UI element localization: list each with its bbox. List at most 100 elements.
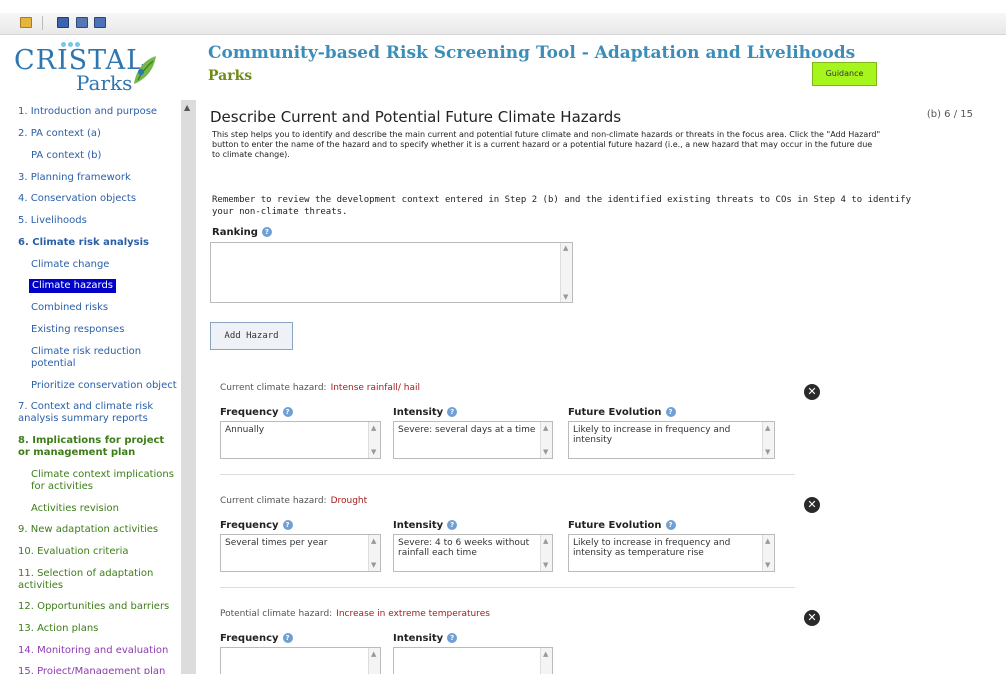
sidebar-scrollbar[interactable]: ▲	[181, 100, 196, 674]
sidebar-item-project-management-plan[interactable]: 15. Project/Management plan	[18, 666, 165, 674]
field-scrollbar[interactable]: ▲▼	[368, 648, 380, 674]
sidebar-item-climate-context-implications[interactable]: Climate context implications	[31, 469, 174, 481]
hazard-type: Potential climate hazard: Increase in ext…	[220, 609, 490, 619]
intensity-field[interactable]: Severe: several days at a time ▲ ▼	[393, 421, 553, 459]
ranking-scrollbar[interactable]: ▲ ▼	[560, 243, 572, 302]
sidebar-item-planning-framework[interactable]: 3. Planning framework	[18, 172, 131, 184]
future-evolution-label-text: Future Evolution	[568, 407, 662, 418]
help-icon[interactable]: ?	[282, 633, 293, 643]
field-scrollbar[interactable]: ▲▼	[540, 648, 552, 674]
toolbar-strip	[0, 13, 1006, 35]
sidebar-item-monitoring-evaluation[interactable]: 14. Monitoring and evaluation	[18, 645, 168, 657]
sidebar-item-combined-risks[interactable]: Combined risks	[31, 302, 108, 314]
future-evolution-value: Likely to increase in frequency and inte…	[573, 538, 731, 558]
intensity-value: Severe: several days at a time	[398, 425, 536, 435]
intensity-value: Severe: 4 to 6 weeks without rainfall ea…	[398, 538, 530, 558]
guidance-button[interactable]: Guidance	[812, 62, 877, 86]
frequency-field[interactable]: Several times per year ▲ ▼	[220, 534, 381, 572]
help-icon[interactable]: ?	[282, 407, 293, 417]
future-evolution-field[interactable]: Likely to increase in frequency and inte…	[568, 421, 775, 459]
ranking-textarea[interactable]: ▲ ▼	[210, 242, 573, 303]
hazard-divider	[220, 587, 795, 588]
sidebar-item-context-summary[interactable]: 7. Context and climate risk	[18, 401, 153, 413]
main-content: Describe Current and Potential Future Cl…	[210, 100, 1000, 674]
field-scrollbar[interactable]: ▲▼	[368, 535, 380, 571]
frequency-value: Annually	[225, 425, 265, 435]
field-scrollbar[interactable]: ▲▼	[368, 422, 380, 458]
intro-text: This step helps you to identify and desc…	[212, 130, 881, 159]
folder-icon[interactable]	[20, 17, 32, 28]
export-icon[interactable]	[94, 17, 106, 28]
sidebar-item-evaluation-criteria[interactable]: 10. Evaluation criteria	[18, 546, 129, 558]
sidebar-item-selection-adaptation-cont[interactable]: activities	[18, 580, 63, 592]
field-scrollbar[interactable]: ▲▼	[762, 535, 774, 571]
print-icon[interactable]	[76, 17, 88, 28]
hazard-type-label: Current climate hazard:	[220, 383, 327, 393]
help-icon[interactable]: ?	[665, 520, 676, 530]
intensity-label-text: Intensity	[393, 633, 444, 644]
add-hazard-button[interactable]: Add Hazard	[210, 322, 293, 350]
field-scrollbar[interactable]: ▲▼	[540, 535, 552, 571]
sidebar-item-implications[interactable]: 8. Implications for project	[18, 435, 164, 447]
sidebar-item-existing-responses[interactable]: Existing responses	[31, 324, 124, 336]
frequency-label-text: Frequency	[220, 520, 279, 531]
help-icon[interactable]: ?	[665, 407, 676, 417]
save-icon[interactable]	[57, 17, 69, 28]
cristal-parks-logo: CRISTAL Parks	[14, 42, 164, 95]
field-scrollbar[interactable]: ▲▼	[762, 422, 774, 458]
hazard-divider	[220, 474, 795, 475]
frequency-field[interactable]: ▲▼	[220, 647, 381, 674]
sidebar-item-pa-context-a[interactable]: 2. PA context (a)	[18, 128, 101, 140]
leaf-icon	[134, 56, 156, 84]
sidebar-item-new-adaptation-activities[interactable]: 9. New adaptation activities	[18, 524, 158, 536]
app-subtitle: Parks	[208, 68, 253, 84]
ranking-label: Ranking?	[212, 227, 272, 238]
sidebar-item-livelihoods[interactable]: 5. Livelihoods	[18, 215, 87, 227]
sidebar-item-opportunities-barriers[interactable]: 12. Opportunities and barriers	[18, 601, 169, 613]
remove-hazard-icon[interactable]: ✕	[804, 610, 820, 626]
toolbar	[0, 0, 1006, 38]
future-evolution-label: Future Evolution?	[568, 407, 676, 418]
sidebar-item-implications-cont[interactable]: or management plan	[18, 447, 135, 459]
intensity-label: Intensity?	[393, 407, 458, 418]
intensity-field[interactable]: ▲▼	[393, 647, 553, 674]
scroll-up-icon[interactable]: ▲	[184, 103, 190, 112]
future-evolution-value: Likely to increase in frequency and inte…	[573, 425, 731, 445]
sidebar-item-activities-revision[interactable]: Activities revision	[31, 503, 119, 515]
sidebar-item-prioritize-conservation[interactable]: Prioritize conservation object	[31, 380, 177, 392]
sidebar-item-pa-context-b[interactable]: PA context (b)	[31, 150, 101, 162]
frequency-field[interactable]: Annually ▲ ▼	[220, 421, 381, 459]
remove-hazard-icon[interactable]: ✕	[804, 497, 820, 513]
sidebar-item-context-summary-cont[interactable]: analysis summary reports	[18, 413, 148, 425]
hazard-name: Increase in extreme temperatures	[336, 609, 490, 619]
sidebar-item-climate-risk-analysis[interactable]: 6. Climate risk analysis	[18, 237, 149, 249]
help-icon[interactable]: ?	[447, 520, 458, 530]
help-icon[interactable]: ?	[282, 520, 293, 530]
future-evolution-label-text: Future Evolution	[568, 520, 662, 531]
sidebar-item-selection-adaptation[interactable]: 11. Selection of adaptation	[18, 568, 153, 580]
remove-hazard-icon[interactable]: ✕	[804, 384, 820, 400]
intensity-field[interactable]: Severe: 4 to 6 weeks without rainfall ea…	[393, 534, 553, 572]
intensity-label: Intensity?	[393, 520, 458, 531]
frequency-label: Frequency?	[220, 633, 293, 644]
ranking-label-text: Ranking	[212, 227, 258, 238]
future-evolution-field[interactable]: Likely to increase in frequency and inte…	[568, 534, 775, 572]
sidebar-item-climate-risk-reduction[interactable]: Climate risk reduction	[31, 346, 141, 358]
sidebar-item-climate-risk-reduction-cont[interactable]: potential	[31, 358, 75, 370]
page-title: Describe Current and Potential Future Cl…	[210, 108, 622, 126]
app-title: Community-based Risk Screening Tool - Ad…	[208, 43, 856, 63]
sidebar-item-introduction[interactable]: 1. Introduction and purpose	[18, 106, 157, 118]
sidebar-item-climate-change[interactable]: Climate change	[31, 259, 109, 271]
intensity-label-text: Intensity	[393, 407, 444, 418]
sidebar-item-climate-hazards[interactable]: Climate hazards	[29, 279, 116, 293]
help-icon[interactable]: ?	[447, 407, 458, 417]
toolbar-separator	[42, 16, 43, 30]
sidebar-item-climate-context-implications-cont[interactable]: for activities	[31, 481, 93, 493]
reminder-text: Remember to review the development conte…	[212, 195, 911, 217]
field-scrollbar[interactable]: ▲▼	[540, 422, 552, 458]
frequency-label: Frequency?	[220, 520, 293, 531]
sidebar-item-conservation-objects[interactable]: 4. Conservation objects	[18, 193, 136, 205]
help-icon[interactable]: ?	[447, 633, 458, 643]
sidebar-item-action-plans[interactable]: 13. Action plans	[18, 623, 98, 635]
help-icon[interactable]: ?	[261, 227, 272, 237]
